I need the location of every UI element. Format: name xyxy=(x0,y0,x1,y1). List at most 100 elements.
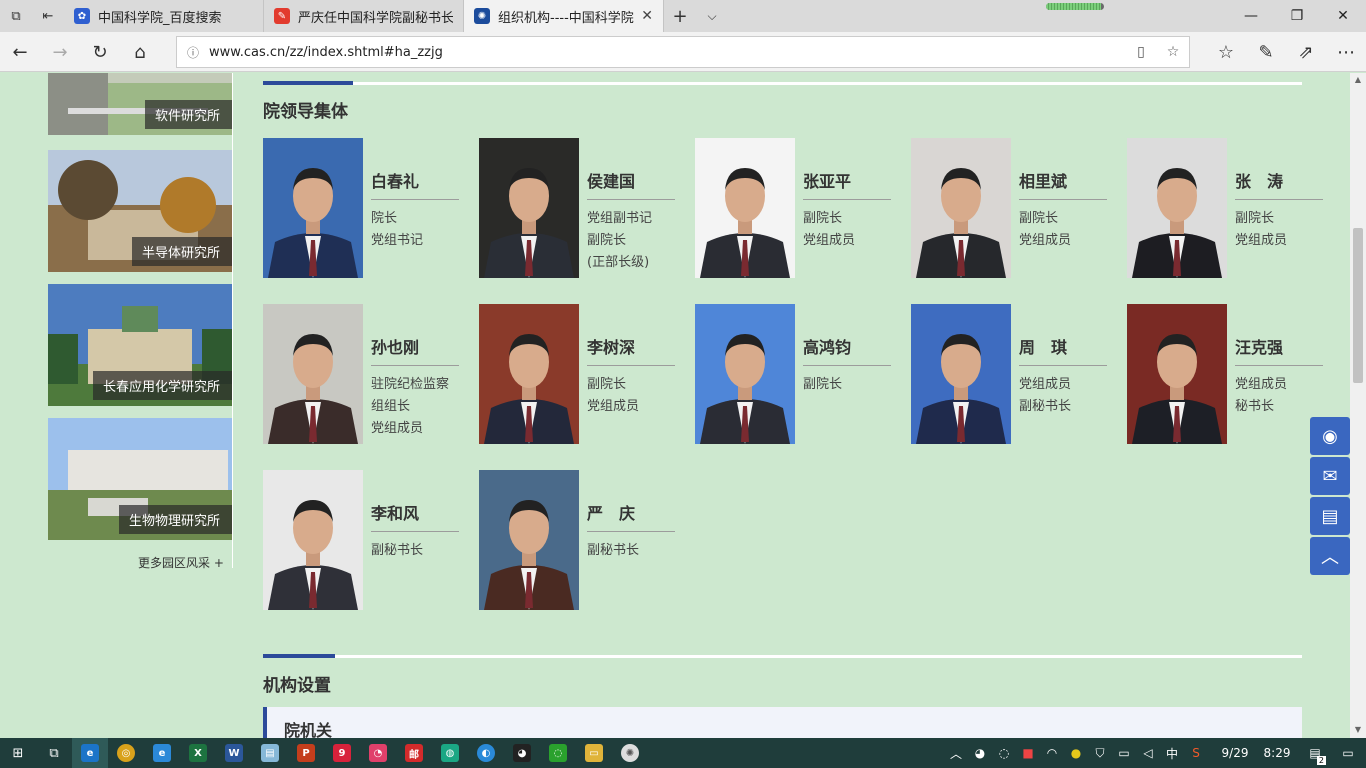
leader-card[interactable]: 周 琪党组成员 副秘书长 xyxy=(911,304,1107,444)
powerpoint-icon[interactable]: P xyxy=(288,738,324,768)
leader-photo[interactable] xyxy=(479,304,579,444)
leader-photo[interactable] xyxy=(1127,138,1227,278)
weibo-icon[interactable]: ◉ xyxy=(1310,417,1350,455)
institute-card-semiconductor[interactable]: 半导体研究所 xyxy=(48,150,232,272)
scroll-up-arrow-icon[interactable]: ▲ xyxy=(1350,75,1366,84)
leader-photo[interactable] xyxy=(695,304,795,444)
more-menu-icon[interactable]: ⋯ xyxy=(1326,32,1366,72)
leader-name[interactable]: 严 庆 xyxy=(587,500,635,524)
tab-news-article[interactable]: ✎ 严庆任中国科学院副秘书长| xyxy=(264,0,464,32)
site-info-icon[interactable]: ⓘ xyxy=(177,44,209,61)
back-to-top-icon[interactable]: ︿ xyxy=(1310,537,1350,575)
leader-name[interactable]: 周 琪 xyxy=(1019,334,1067,358)
new-tab-button[interactable]: + xyxy=(664,6,696,27)
leader-card[interactable]: 李和风 副秘书长 xyxy=(263,470,459,610)
tray-wechat-icon[interactable]: ◌ xyxy=(992,746,1016,760)
institute-card-software[interactable]: 软件研究所 xyxy=(48,73,232,135)
home-button[interactable]: ⌂ xyxy=(120,32,160,72)
leader-name[interactable]: 李和风 xyxy=(371,500,419,524)
ie-icon[interactable]: e xyxy=(144,738,180,768)
leader-card[interactable]: 张亚平 副院长 党组成员 xyxy=(695,138,891,278)
leader-photo[interactable] xyxy=(695,138,795,278)
network-icon[interactable]: ◠ xyxy=(1040,746,1064,760)
favorite-star-icon[interactable]: ☆ xyxy=(1157,44,1189,60)
share-icon[interactable]: ⇗ xyxy=(1286,32,1326,72)
web-note-icon[interactable]: ✎ xyxy=(1246,32,1286,72)
back-button[interactable]: ← xyxy=(0,32,40,72)
institute-card-changchun[interactable]: 长春应用化学研究所 xyxy=(48,284,232,406)
tray-green-icon[interactable]: ● xyxy=(1064,746,1088,760)
app-pink-icon[interactable]: ◔ xyxy=(360,738,396,768)
leader-card[interactable]: 汪克强 党组成员 秘书长 xyxy=(1127,304,1323,444)
leader-card[interactable]: 高鸿钧 副院长 xyxy=(695,304,891,444)
leader-card[interactable]: 李树深 副院长 党组成员 xyxy=(479,304,675,444)
favorites-hub-icon[interactable]: ☆ xyxy=(1206,32,1246,72)
restore-button[interactable]: ❐ xyxy=(1274,0,1320,32)
leader-name[interactable]: 张 涛 xyxy=(1235,168,1283,192)
security-shield-icon[interactable]: ⛉ xyxy=(1088,746,1112,761)
leader-card[interactable]: 白春礼 院长 党组书记 xyxy=(263,138,459,278)
institute-card-biophysics[interactable]: 生物物理研究所 xyxy=(48,418,232,540)
tab-organization[interactable]: ✺ 组织机构----中国科学院 ✕ xyxy=(464,0,664,32)
action-center-icon[interactable]: ▭ xyxy=(1330,746,1366,760)
leader-photo[interactable] xyxy=(263,304,363,444)
app-red-icon[interactable]: 9 xyxy=(324,738,360,768)
browser-app-icon[interactable]: ◐ xyxy=(468,738,504,768)
leader-name[interactable]: 李树深 xyxy=(587,334,635,358)
set-aside-tabs-icon[interactable]: ⇤ xyxy=(32,0,64,32)
more-campus-link[interactable]: 更多园区风采 + xyxy=(138,554,224,571)
excel-icon[interactable]: X xyxy=(180,738,216,768)
leader-name[interactable]: 侯建国 xyxy=(587,168,635,192)
url-text[interactable]: www.cas.cn/zz/index.shtml#ha_zzjg xyxy=(209,45,1125,60)
notepad-icon[interactable]: ▤ xyxy=(252,738,288,768)
mail-app-icon[interactable]: 邮 xyxy=(396,738,432,768)
date-text[interactable]: 9/29 xyxy=(1218,746,1252,760)
leader-card[interactable]: 严 庆副秘书长 xyxy=(479,470,675,610)
file-explorer-icon[interactable]: ▭ xyxy=(576,738,612,768)
message-icon[interactable]: ▤ xyxy=(1310,497,1350,535)
leader-name[interactable]: 孙也刚 xyxy=(371,334,419,358)
notification-center-icon[interactable]: ▤ 2 xyxy=(1300,746,1330,765)
leader-photo[interactable] xyxy=(911,304,1011,444)
tray-mail-icon[interactable]: ■ xyxy=(1016,746,1040,760)
leader-photo[interactable] xyxy=(263,138,363,278)
wechat-icon[interactable]: ✉ xyxy=(1310,457,1350,495)
wechat-taskbar-icon[interactable]: ◌ xyxy=(540,738,576,768)
close-window-button[interactable]: ✕ xyxy=(1320,0,1366,32)
scroll-down-arrow-icon[interactable]: ▼ xyxy=(1350,725,1366,734)
leader-photo[interactable] xyxy=(479,470,579,610)
scrollbar-thumb[interactable] xyxy=(1353,228,1363,383)
search-app-icon[interactable]: ◍ xyxy=(432,738,468,768)
refresh-button[interactable]: ↻ xyxy=(80,32,120,72)
page-scrollbar[interactable]: ▲ ▼ xyxy=(1350,73,1366,738)
tab-preview-icon[interactable]: ⧉ xyxy=(0,0,32,32)
tab-close-icon[interactable]: ✕ xyxy=(641,8,653,24)
leader-name[interactable]: 张亚平 xyxy=(803,168,851,192)
volume-icon[interactable]: ◁ xyxy=(1136,746,1160,760)
forward-button[interactable]: → xyxy=(40,32,80,72)
tab-list-chevron-icon[interactable]: ⌵ xyxy=(696,9,728,24)
leader-photo[interactable] xyxy=(1127,304,1227,444)
edge-icon[interactable]: e xyxy=(72,738,108,768)
leader-card[interactable]: 侯建国 党组副书记 副院长 (正部长级) xyxy=(479,138,675,278)
chrome-icon[interactable]: ◎ xyxy=(108,738,144,768)
leader-name[interactable]: 相里斌 xyxy=(1019,168,1067,192)
reading-view-icon[interactable]: ▯ xyxy=(1125,44,1157,60)
task-view-icon[interactable]: ⧉ xyxy=(36,738,72,768)
leader-card[interactable]: 相里斌 副院长 党组成员 xyxy=(911,138,1107,278)
leader-name[interactable]: 白春礼 xyxy=(371,168,419,192)
tab-baidu-search[interactable]: ✿ 中国科学院_百度搜索 xyxy=(64,0,264,32)
leader-photo[interactable] xyxy=(911,138,1011,278)
leader-name[interactable]: 高鸿钧 xyxy=(803,334,851,358)
minimize-button[interactable]: — xyxy=(1228,0,1274,32)
ime-indicator[interactable]: 中 xyxy=(1160,745,1184,762)
start-icon[interactable]: ⊞ xyxy=(0,738,36,768)
leader-name[interactable]: 汪克强 xyxy=(1235,334,1283,358)
leader-card[interactable]: 孙也刚 驻院纪检监察 组组长 党组成员 xyxy=(263,304,459,444)
battery-icon[interactable]: ▭ xyxy=(1112,746,1136,760)
time-text[interactable]: 8:29 xyxy=(1260,746,1294,760)
leader-photo[interactable] xyxy=(263,470,363,610)
tray-expand-icon[interactable]: ︿ xyxy=(944,745,968,762)
leader-card[interactable]: 张 涛副院长 党组成员 xyxy=(1127,138,1323,278)
app-seal-icon[interactable]: ✺ xyxy=(612,738,648,768)
